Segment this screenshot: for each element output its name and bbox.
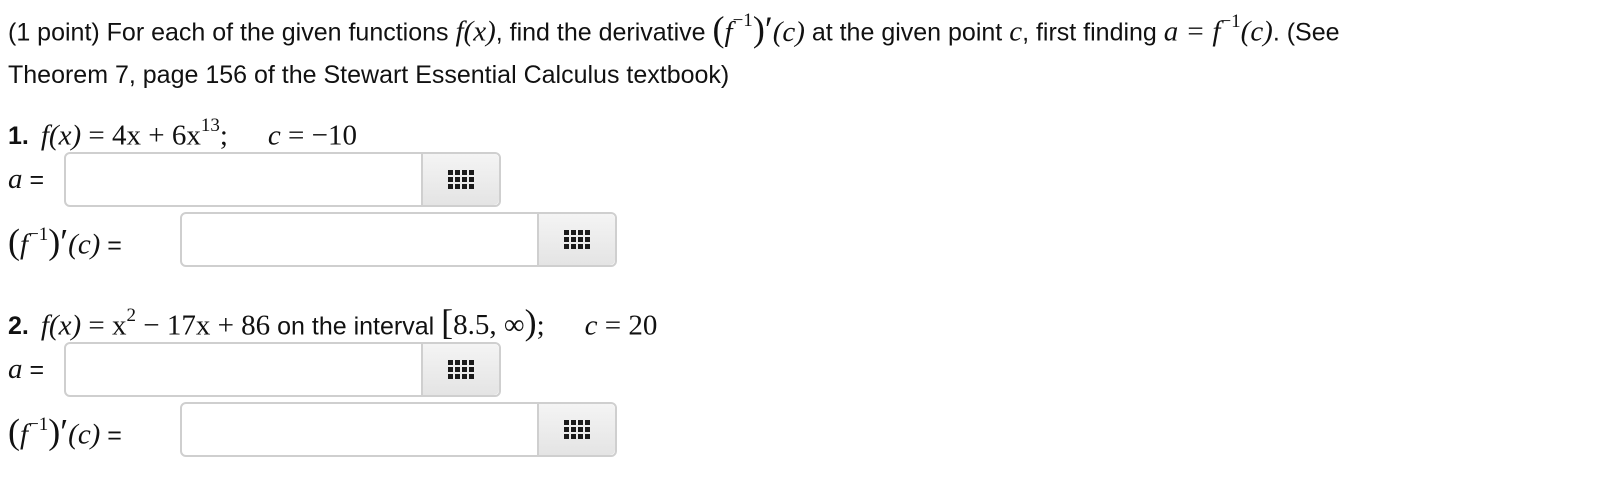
separator: ;	[219, 119, 228, 152]
intro-part: , first finding	[1022, 18, 1164, 47]
a-answer-row: a =	[8, 340, 657, 400]
problem-number: 2.	[8, 312, 29, 341]
intro-text: (1 point) For each of the given function…	[8, 4, 1593, 96]
c-label: c	[267, 119, 281, 152]
problem-1: 1. f(x) = 4x + 6x13; c = −10 a = (f−1)′(c)…	[8, 110, 617, 270]
intro-a-c: (c)	[1240, 15, 1273, 48]
problem-1-statement: 1. f(x) = 4x + 6x13; c = −10	[8, 110, 357, 152]
intro-c: c	[1009, 15, 1023, 48]
intro-a-eq: a = f	[1163, 15, 1221, 48]
problem-page: (1 point) For each of the given function…	[0, 0, 1599, 480]
separator: ;	[536, 309, 545, 342]
problem-2: 2. f(x) = x2 − 17x + 86 on the interval […	[8, 300, 657, 460]
intro-part: (1 point) For each of the given function…	[8, 18, 456, 47]
equation-editor-button[interactable]	[537, 404, 615, 455]
intro-line-1: (1 point) For each of the given function…	[8, 4, 1593, 54]
function-label: f(x)	[40, 309, 82, 342]
derivative-answer-row: (f−1)′(c) =	[8, 400, 657, 460]
grid-icon	[564, 420, 590, 439]
intro-fx: f(x)	[455, 15, 496, 48]
grid-icon	[564, 230, 590, 249]
grid-icon	[448, 360, 474, 379]
a-answer-input[interactable]	[66, 344, 421, 395]
derivative-answer-input[interactable]	[182, 404, 537, 455]
derivative-answer-row: (f−1)′(c) =	[8, 210, 617, 270]
exponent: 2	[126, 305, 136, 326]
derivative-answer-field	[180, 402, 617, 457]
derivative-answer-label: (f−1)′(c) =	[8, 221, 122, 262]
a-answer-label: a =	[8, 353, 45, 385]
function-label: f(x)	[40, 119, 82, 152]
a-answer-input[interactable]	[66, 154, 421, 205]
interval: [8.5, ∞)	[441, 302, 537, 343]
a-answer-field	[64, 342, 501, 397]
intro-part: at the given point	[804, 18, 1010, 47]
a-answer-label: a =	[8, 163, 45, 195]
derivative-answer-label: (f−1)′(c) =	[8, 411, 122, 452]
intro-part: , find the derivative	[495, 18, 713, 47]
equation-editor-button[interactable]	[421, 344, 499, 395]
a-answer-row: a =	[8, 150, 501, 210]
derivative-answer-field	[180, 212, 617, 267]
function-expression: = 4x + 6x	[81, 119, 201, 152]
intro-a-exp: −1	[1220, 11, 1241, 33]
derivative-answer-input[interactable]	[182, 214, 537, 265]
intro-line-2: Theorem 7, page 156 of the Stewart Essen…	[8, 60, 730, 89]
c-label: c	[584, 309, 598, 342]
intro-deriv: (f−1)′(c)	[712, 8, 805, 49]
intro-part: . (See	[1272, 18, 1340, 47]
exponent: 13	[200, 115, 220, 136]
equation-editor-button[interactable]	[537, 214, 615, 265]
grid-icon	[448, 170, 474, 189]
c-value: = 20	[597, 309, 658, 342]
c-value: = −10	[280, 119, 357, 152]
interval-text: on the interval	[270, 312, 442, 341]
a-answer-field	[64, 152, 501, 207]
problem-number: 1.	[8, 122, 29, 151]
equation-editor-button[interactable]	[421, 154, 499, 205]
function-expression-rest: − 17x + 86	[135, 309, 271, 342]
problem-2-statement: 2. f(x) = x2 − 17x + 86 on the interval […	[8, 300, 658, 343]
function-expression: = x	[81, 309, 127, 342]
